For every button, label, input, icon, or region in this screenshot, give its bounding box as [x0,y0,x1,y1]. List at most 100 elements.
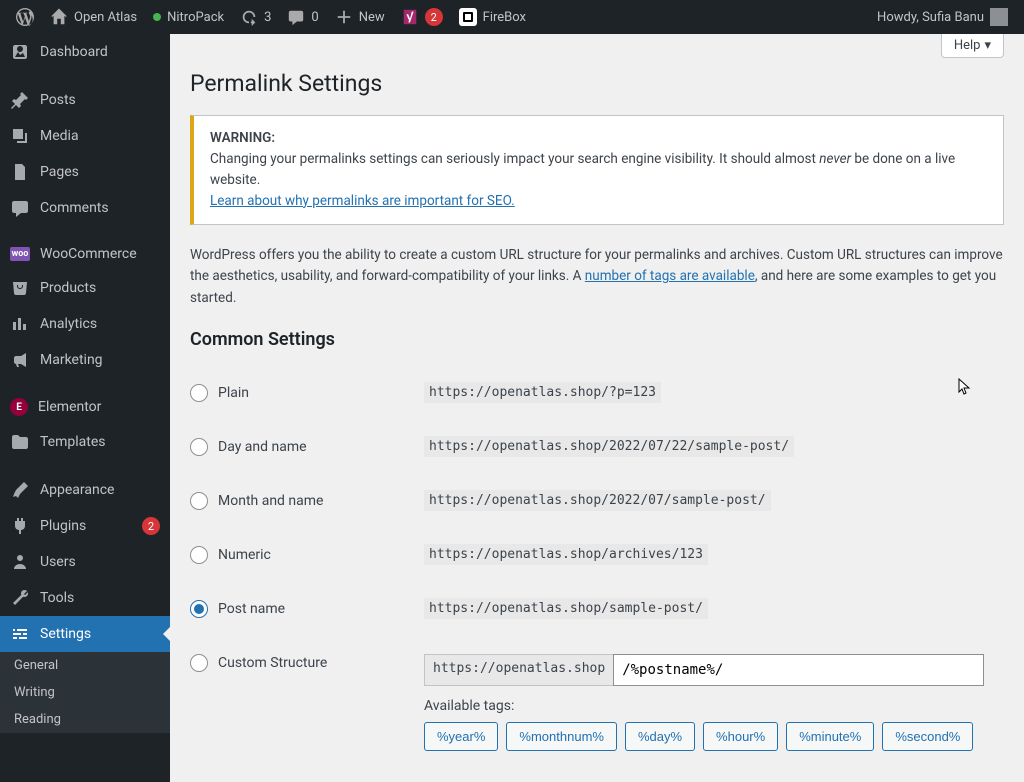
wrench-icon [10,588,30,608]
menu-tools[interactable]: Tools [0,580,170,616]
custom-structure-input[interactable] [613,654,984,686]
menu-posts[interactable]: Posts [0,82,170,118]
tag-second[interactable]: %second% [882,722,973,751]
yoast-link[interactable]: 2 [393,0,451,34]
option-numeric-label[interactable]: Numeric [190,546,424,564]
option-custom: Custom Structure https://openatlas.shop … [190,636,1004,769]
analytics-icon [10,314,30,334]
help-tab[interactable]: Help ▾ [941,34,1004,58]
plugins-count-badge: 2 [142,517,160,535]
menu-users[interactable]: Users [0,544,170,580]
code-plain: https://openatlas.shop/?p=123 [424,382,661,403]
warning-link[interactable]: Learn about why permalinks are important… [210,193,515,209]
menu-woocommerce[interactable]: wooWooCommerce [0,238,170,270]
woo-icon: woo [10,247,30,261]
updates-icon [240,8,258,26]
firebox-icon [459,8,477,26]
option-month-label[interactable]: Month and name [190,492,424,510]
submenu-general[interactable]: General [0,652,170,679]
updates-link[interactable]: 3 [232,0,279,34]
tag-monthnum[interactable]: %monthnum% [506,722,617,751]
menu-appearance[interactable]: Appearance [0,472,170,508]
option-postname-label[interactable]: Post name [190,600,424,618]
plug-icon [10,516,30,536]
pin-icon [10,90,30,110]
menu-pages[interactable]: Pages [0,154,170,190]
option-day-label[interactable]: Day and name [190,438,424,456]
tag-hour[interactable]: %hour% [703,722,778,751]
common-settings-heading: Common Settings [190,329,1004,350]
tag-day[interactable]: %day% [625,722,695,751]
warning-notice: WARNING: Changing your permalinks settin… [190,115,1004,225]
tags-link[interactable]: number of tags are available [585,268,755,284]
radio-postname[interactable] [190,600,208,618]
page-title: Permalink Settings [190,70,1004,97]
comments-icon [10,198,30,218]
menu-elementor[interactable]: EElementor [0,390,170,424]
option-numeric: Numeric https://openatlas.shop/archives/… [190,528,1004,582]
code-month: https://openatlas.shop/2022/07/sample-po… [424,490,771,511]
folder-icon [10,432,30,452]
user-icon [10,552,30,572]
tag-buttons: %year% %monthnum% %day% %hour% %minute% … [424,722,1004,751]
media-icon [10,126,30,146]
account-link[interactable]: Howdy, Sufia Banu [869,0,1016,34]
admin-bar: Open Atlas NitroPack 3 0 New 2 FireBox H [0,0,1024,34]
radio-custom[interactable] [190,654,208,672]
warning-label: WARNING: [210,130,275,146]
intro-text: WordPress offers you the ability to crea… [190,245,1004,310]
dashboard-icon [10,42,30,62]
new-content-link[interactable]: New [327,0,393,34]
submenu-writing[interactable]: Writing [0,679,170,706]
megaphone-icon [10,350,30,370]
products-icon [10,278,30,298]
settings-submenu: General Writing Reading [0,652,170,733]
site-name-link[interactable]: Open Atlas [42,0,145,34]
plus-icon [335,8,353,26]
code-numeric: https://openatlas.shop/archives/123 [424,544,708,565]
option-custom-label[interactable]: Custom Structure [190,654,424,672]
available-tags-label: Available tags: [424,698,1004,714]
comments-link[interactable]: 0 [279,0,326,34]
radio-numeric[interactable] [190,546,208,564]
firebox-link[interactable]: FireBox [451,0,534,34]
status-dot-icon [153,13,161,21]
tag-minute[interactable]: %minute% [786,722,874,751]
menu-plugins[interactable]: Plugins2 [0,508,170,544]
admin-menu: Dashboard Posts Media Pages Comments woo… [0,34,170,782]
tag-year[interactable]: %year% [424,722,498,751]
menu-media[interactable]: Media [0,118,170,154]
menu-products[interactable]: Products [0,270,170,306]
page-icon [10,162,30,182]
code-postname: https://openatlas.shop/sample-post/ [424,598,708,619]
yoast-badge: 2 [425,8,443,26]
option-plain-label[interactable]: Plain [190,384,424,402]
option-month-name: Month and name https://openatlas.shop/20… [190,474,1004,528]
submenu-reading[interactable]: Reading [0,706,170,733]
chevron-down-icon: ▾ [984,38,991,53]
menu-dashboard[interactable]: Dashboard [0,34,170,70]
menu-templates[interactable]: Templates [0,424,170,460]
option-plain: Plain https://openatlas.shop/?p=123 [190,366,1004,420]
site-name: Open Atlas [74,10,137,25]
comment-icon [287,8,305,26]
menu-analytics[interactable]: Analytics [0,306,170,342]
radio-month-name[interactable] [190,492,208,510]
wordpress-icon [16,8,34,26]
radio-plain[interactable] [190,384,208,402]
content-area: Help ▾ Permalink Settings WARNING: Chang… [170,34,1024,782]
custom-prefix: https://openatlas.shop [424,654,613,686]
code-day: https://openatlas.shop/2022/07/22/sample… [424,436,794,457]
radio-day-name[interactable] [190,438,208,456]
elementor-icon: E [10,398,28,416]
avatar [990,8,1008,26]
yoast-icon [401,8,419,26]
home-icon [50,8,68,26]
nitropack-link[interactable]: NitroPack [145,0,232,34]
wp-logo[interactable] [8,0,42,34]
menu-settings[interactable]: Settings [0,616,170,652]
brush-icon [10,480,30,500]
menu-comments[interactable]: Comments [0,190,170,226]
sliders-icon [10,624,30,644]
menu-marketing[interactable]: Marketing [0,342,170,378]
